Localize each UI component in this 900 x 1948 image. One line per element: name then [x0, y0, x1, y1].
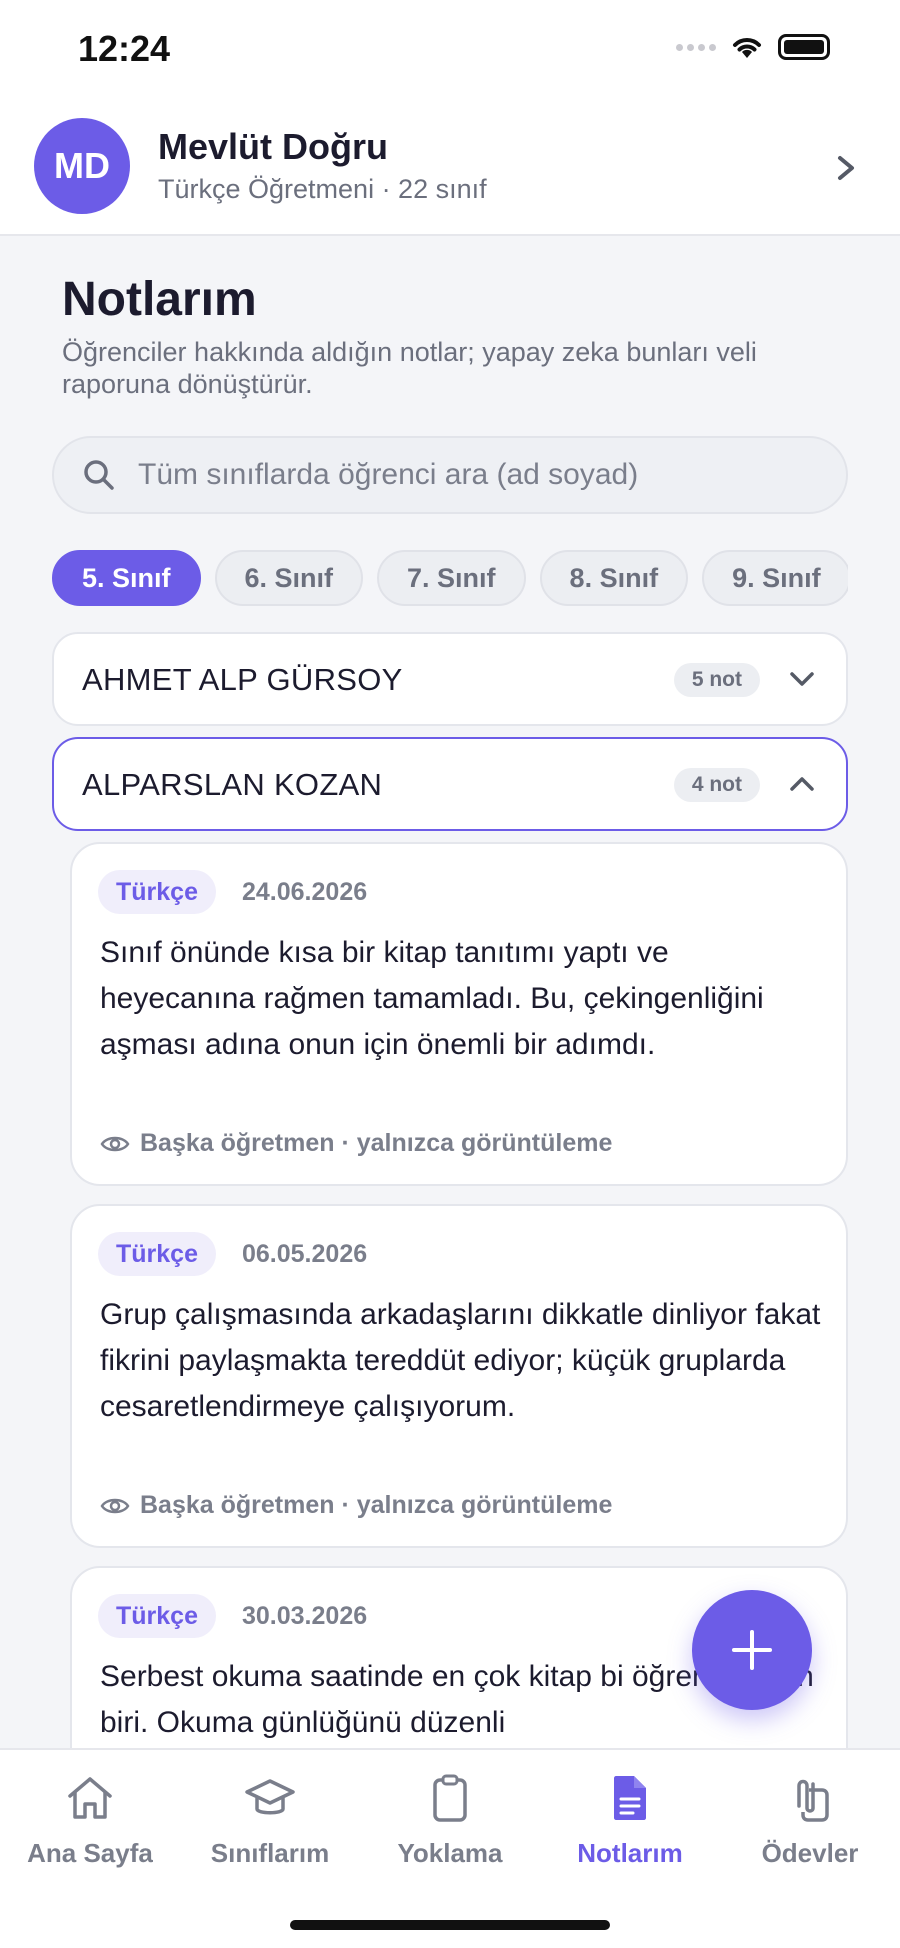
note-text: Sınıf önünde kısa bir kitap tanıtımı yap…: [100, 936, 764, 1061]
avatar: MD: [34, 118, 130, 214]
chip-class-8[interactable]: 8. Sınıf: [539, 550, 689, 606]
nav-item-home[interactable]: Ana Sayfa: [0, 1772, 180, 1869]
status-time: 12:24: [78, 28, 171, 69]
student-name: AHMET ALP GÜRSOY: [82, 662, 403, 697]
note-card[interactable]: Türkçe 24.06.2026 Sınıf önünde kısa bir …: [70, 842, 848, 1186]
nav-label: Sınıflarım: [210, 1838, 330, 1868]
note-count-badge: 4 not: [673, 768, 760, 802]
status-bar: 12:24: [0, 0, 900, 100]
chip-class-5[interactable]: 5. Sınıf: [52, 550, 201, 606]
cellular-signal-icon: [676, 43, 716, 51]
page-subtitle: Öğrenciler hakkında aldığın notlar; yapa…: [62, 337, 757, 399]
note-visibility: Başka öğretmen · yalnızca görüntüleme: [100, 1491, 612, 1520]
visibility-text: Başka öğretmen · yalnızca görüntüleme: [140, 1491, 613, 1519]
graduation-cap-icon: [245, 1779, 295, 1815]
note-count-badge: 5 not: [673, 663, 760, 697]
wifi-icon: [733, 38, 761, 58]
search-box[interactable]: [52, 436, 848, 514]
battery-icon: [778, 34, 830, 60]
chip-class-9[interactable]: 9. Sınıf: [702, 550, 848, 606]
note-text: Grup çalışmasında arkadaşlarını dikkatle…: [100, 1298, 821, 1423]
student-row-expanded[interactable]: ALPARSLAN KOZAN 4 not: [52, 737, 848, 831]
add-note-button[interactable]: [692, 1590, 812, 1710]
status-icons: [676, 34, 830, 60]
subject-tag: Türkçe: [98, 1594, 216, 1638]
profile-name: Mevlüt Doğru: [158, 126, 388, 167]
note-visibility: Başka öğretmen · yalnızca görüntüleme: [100, 1129, 612, 1158]
nav-label: Yoklama: [397, 1838, 503, 1868]
eye-icon: [100, 1498, 130, 1513]
search-input[interactable]: [138, 458, 828, 492]
nav-label: Ana Sayfa: [27, 1838, 153, 1868]
document-icon: [614, 1776, 646, 1820]
visibility-text: Başka öğretmen · yalnızca görüntüleme: [140, 1129, 613, 1157]
subject-tag: Türkçe: [98, 870, 216, 914]
student-name: ALPARSLAN KOZAN: [82, 767, 383, 802]
nav-item-assignments[interactable]: Ödevler: [720, 1772, 900, 1869]
home-indicator: [290, 1920, 610, 1930]
student-row[interactable]: AHMET ALP GÜRSOY 5 not: [52, 632, 848, 726]
clipboard-icon: [433, 1774, 467, 1822]
page-title: Notlarım: [62, 273, 257, 326]
note-date: 24.06.2026: [242, 878, 368, 906]
nav-item-attendance[interactable]: Yoklama: [360, 1772, 540, 1869]
note-date: 06.05.2026: [242, 1240, 368, 1268]
note-card[interactable]: Türkçe 06.05.2026 Grup çalışmasında arka…: [70, 1204, 848, 1548]
eye-icon: [100, 1136, 130, 1151]
subject-tag: Türkçe: [98, 1232, 216, 1276]
chevron-right-icon[interactable]: [828, 148, 864, 188]
chevron-down-icon[interactable]: [788, 668, 816, 690]
chevron-up-icon[interactable]: [788, 773, 816, 795]
plus-icon: [732, 1630, 772, 1670]
home-icon: [68, 1777, 112, 1819]
profile-header[interactable]: MD Mevlüt Doğru Türkçe Öğretmeni · 22 sı…: [0, 100, 900, 236]
class-filter-chips: 5. Sınıf 6. Sınıf 7. Sınıf 8. Sınıf 9. Sınıf: [52, 550, 848, 606]
chip-class-7[interactable]: 7. Sınıf: [377, 550, 526, 606]
search-icon: [84, 460, 114, 490]
chip-class-6[interactable]: 6. Sınıf: [214, 550, 364, 606]
paperclip-icon: [797, 1779, 829, 1822]
nav-label: Ödevler: [761, 1838, 859, 1868]
nav-label: Notlarım: [577, 1838, 683, 1868]
nav-item-notes[interactable]: Notlarım: [540, 1772, 720, 1869]
profile-subtitle: Türkçe Öğretmeni · 22 sınıf: [158, 174, 487, 204]
bottom-nav: Ana Sayfa Sınıflarım Yoklama Notlarım Öd…: [0, 1748, 900, 1948]
nav-item-classes[interactable]: Sınıflarım: [180, 1772, 360, 1869]
note-date: 30.03.2026: [242, 1602, 368, 1630]
